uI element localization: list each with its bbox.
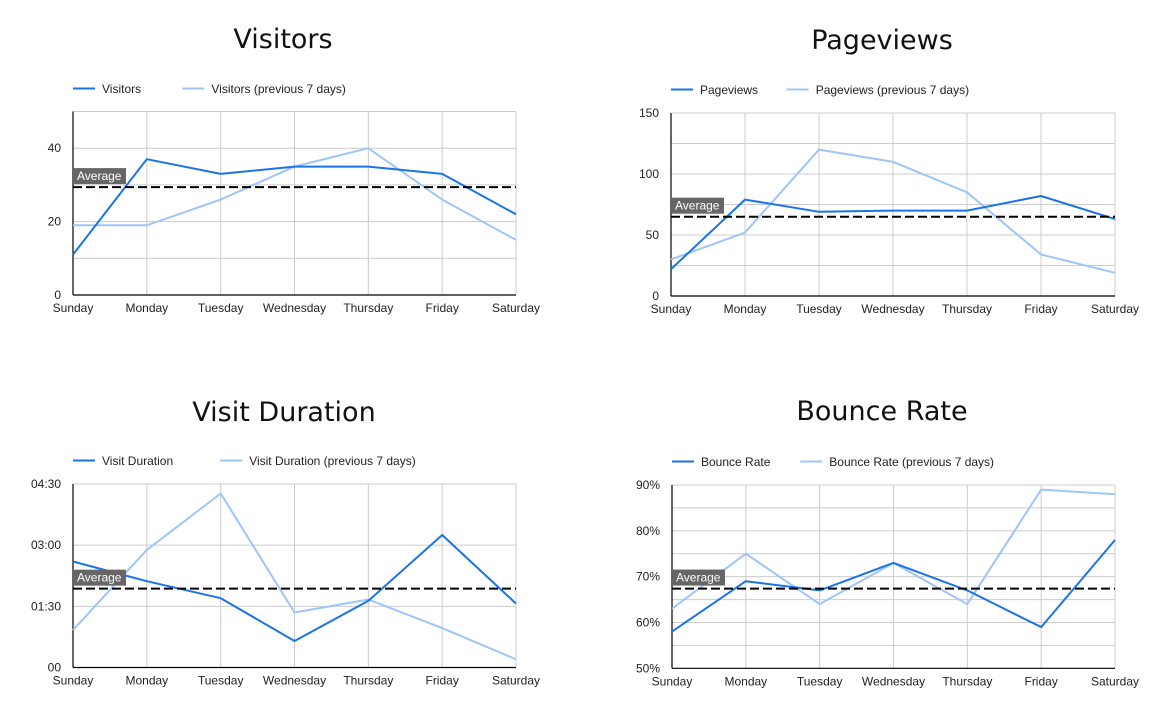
average-label: Average [77, 571, 122, 585]
x-tick-label: Wednesday [263, 674, 326, 688]
y-tick-label: 20 [48, 215, 62, 229]
x-tick-label: Friday [1024, 674, 1057, 688]
x-tick-label: Sunday [53, 674, 94, 688]
chart-legend: Pageviews Pageviews (previous 7 days) [671, 83, 969, 97]
x-tick-label: Sunday [652, 674, 693, 688]
x-tick-label: Tuesday [198, 674, 244, 688]
average-label: Average [77, 169, 122, 183]
x-tick-label: Tuesday [198, 301, 244, 315]
y-tick-label: 0 [54, 288, 61, 302]
chart-bounce-rate: Bounce Rate Bounce Rate Bounce Rate (previ… [636, 396, 1139, 688]
x-tick-label: Thursday [343, 674, 393, 688]
average-label: Average [676, 571, 721, 585]
chart-title: Bounce Rate [796, 396, 967, 427]
legend-item[interactable]: Visit Duration [73, 454, 173, 468]
x-tick-label: Wednesday [263, 301, 326, 315]
x-tick-label: Wednesday [862, 674, 925, 688]
gridlines [672, 484, 1116, 669]
chart-pageviews: Pageviews Pageviews Pageviews (previous 7 … [639, 25, 1139, 316]
x-tick-label: Friday [425, 674, 458, 688]
dashboard-charts: Visitors Visitors Visitors (previous 7 day… [31, 24, 1139, 688]
y-tick-label: 50% [636, 661, 660, 675]
chart-visitors: Visitors Visitors Visitors (previous 7 day… [48, 24, 540, 315]
y-tick-label: 150 [639, 106, 659, 120]
y-tick-label: 03:00 [31, 538, 61, 552]
x-tick-label: Friday [425, 301, 458, 315]
x-tick-label: Monday [125, 301, 168, 315]
average-label: Average [675, 199, 720, 213]
legend-item[interactable]: Visit Duration (previous 7 days) [220, 454, 416, 468]
y-tick-label: 00 [48, 661, 62, 675]
x-tick-label: Saturday [1091, 674, 1139, 688]
y-tick-label: 40 [48, 141, 62, 155]
legend-label: Visit Duration (previous 7 days) [249, 454, 416, 468]
y-tick-label: 60% [636, 615, 660, 629]
y-tick-label: 0 [652, 289, 659, 303]
x-tick-label: Thursday [942, 674, 992, 688]
chart-title: Pageviews [811, 25, 953, 56]
chart-title: Visitors [233, 24, 332, 55]
legend-item[interactable]: Bounce Rate [672, 455, 771, 469]
x-tick-label: Saturday [492, 674, 540, 688]
legend-label: Visitors (previous 7 days) [211, 82, 346, 96]
y-tick-label: 100 [639, 167, 659, 181]
chart-legend: Bounce Rate Bounce Rate (previous 7 days) [672, 455, 994, 469]
x-tick-label: Tuesday [797, 674, 843, 688]
y-tick-label: 90% [636, 478, 660, 492]
y-tick-label: 70% [636, 570, 660, 584]
y-tick-label: 50 [646, 228, 660, 242]
legend-item[interactable]: Bounce Rate (previous 7 days) [800, 455, 994, 469]
x-tick-label: Wednesday [861, 302, 924, 316]
gridlines [671, 112, 1116, 296]
chart-visit-duration: Visit DurationVisit Duration Visit Durati… [31, 397, 540, 688]
x-tick-label: Friday [1024, 302, 1057, 316]
legend-label: Pageviews [700, 83, 758, 97]
chart-legend: Visit Duration Visit Duration (previous 7… [73, 454, 416, 468]
x-tick-label: Thursday [343, 301, 393, 315]
y-tick-label: 04:30 [31, 477, 61, 491]
x-tick-label: Sunday [53, 301, 94, 315]
x-tick-label: Saturday [1091, 302, 1139, 316]
x-tick-label: Tuesday [796, 302, 842, 316]
y-tick-label: 80% [636, 524, 660, 538]
legend-label: Visitors [102, 82, 141, 96]
legend-label: Bounce Rate [701, 455, 771, 469]
x-tick-label: Sunday [651, 302, 692, 316]
x-tick-label: Saturday [492, 301, 540, 315]
legend-label: Pageviews (previous 7 days) [816, 83, 969, 97]
legend-item[interactable]: Pageviews [671, 83, 758, 97]
x-tick-label: Monday [724, 674, 767, 688]
x-tick-label: Thursday [942, 302, 992, 316]
legend-item[interactable]: Pageviews (previous 7 days) [786, 83, 969, 97]
chart-title: Visit Duration [192, 397, 375, 428]
legend-item[interactable]: Visitors (previous 7 days) [182, 82, 346, 96]
legend-label: Bounce Rate (previous 7 days) [829, 455, 994, 469]
chart-legend: Visitors Visitors (previous 7 days) [73, 82, 346, 96]
x-tick-label: Monday [724, 302, 767, 316]
legend-item[interactable]: Visitors [73, 82, 141, 96]
y-tick-label: 01:30 [31, 599, 61, 613]
legend-label: Visit Duration [102, 454, 173, 468]
x-tick-label: Monday [125, 674, 168, 688]
